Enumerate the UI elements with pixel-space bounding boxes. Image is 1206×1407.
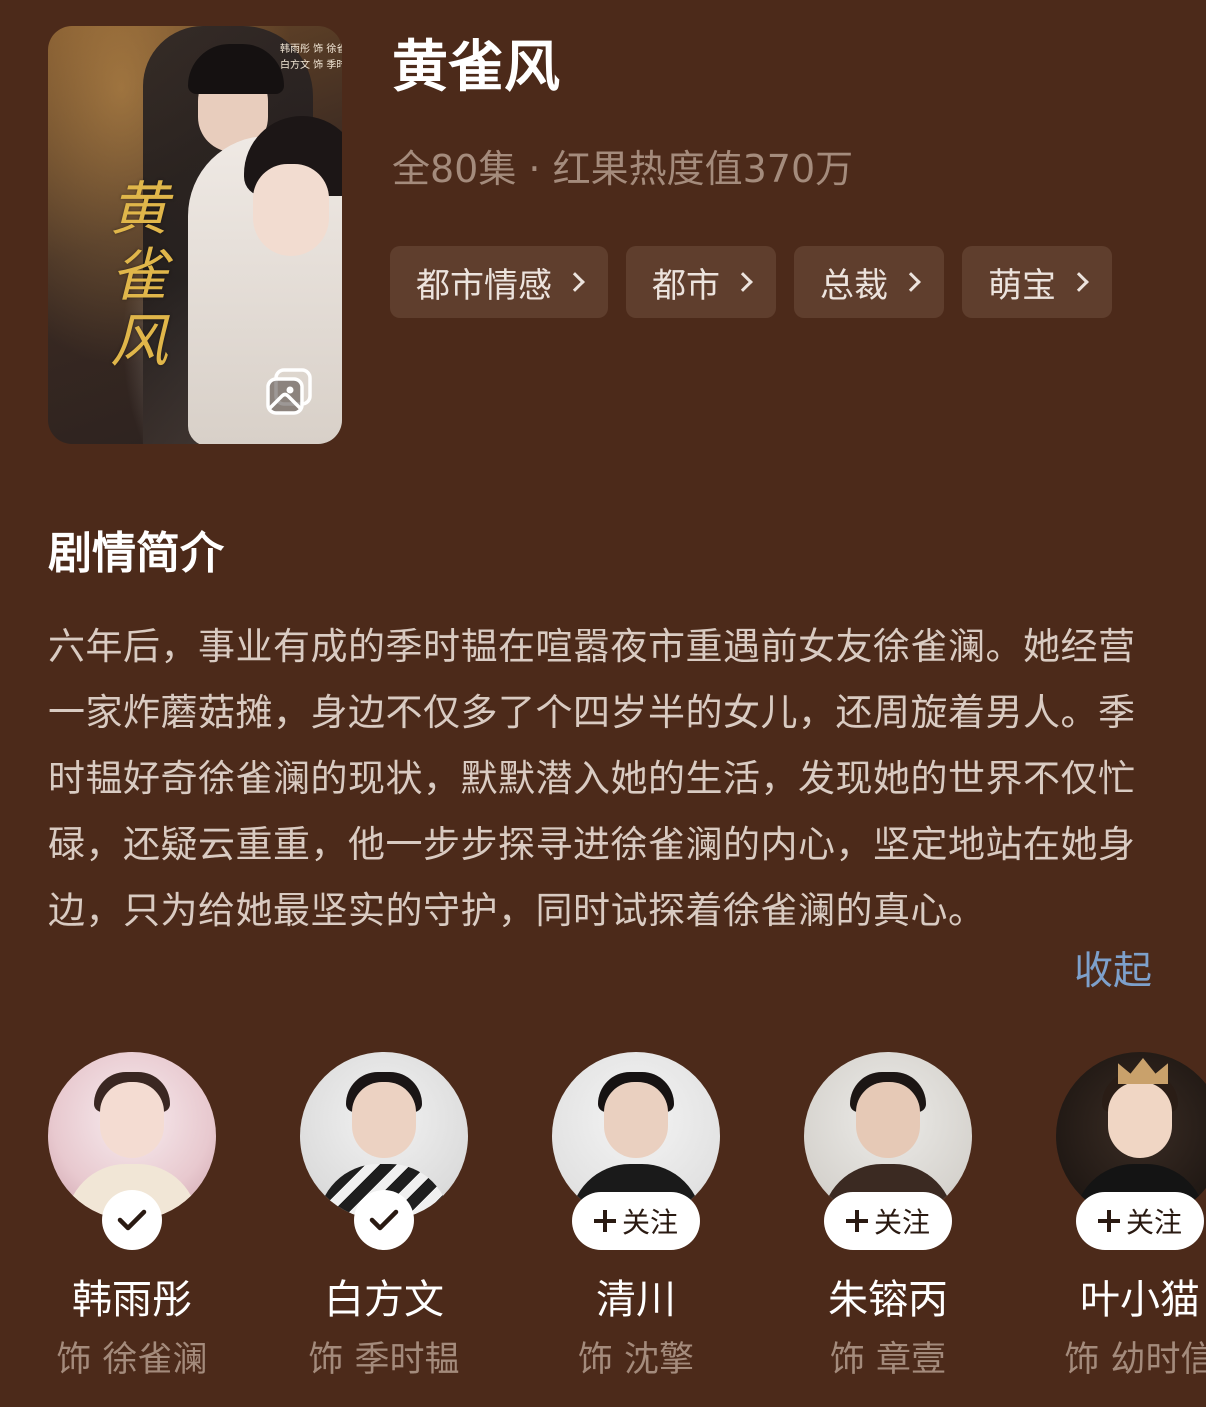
follow-label: 关注 [621,1206,678,1239]
followed-check-button[interactable] [354,1190,414,1250]
tag-label: 都市情感 [416,265,552,306]
plus-icon [1097,1210,1120,1232]
cast-role: 饰 章壹 [829,1340,947,1380]
cast-name: 朱镕丙 [828,1277,948,1323]
cast-member[interactable]: 关注 朱镕丙 饰 章壹 [756,1052,1008,1392]
cast-member[interactable]: 关注 叶小猫 饰 幼时信 [1008,1052,1206,1392]
cast-member[interactable]: 韩雨彤 饰 徐雀澜 [0,1052,252,1392]
poster-credit-line: 韩雨彤 饰 徐雀澜 [280,44,342,55]
cast-role: 饰 徐雀澜 [56,1340,208,1380]
followed-check-button[interactable] [102,1190,162,1250]
check-icon [369,1209,399,1231]
cast-member[interactable]: 关注 清川 饰 沈擎 [504,1052,756,1392]
chevron-right-icon [1069,272,1089,292]
plus-icon [593,1210,616,1232]
follow-button[interactable]: 关注 [1076,1192,1204,1250]
synopsis-heading: 剧情简介 [48,528,224,579]
chevron-right-icon [733,272,753,292]
cast-role: 饰 季时韫 [308,1340,460,1380]
tag-list: 都市情感 都市 总裁 萌宝 [390,246,1112,318]
cast-role: 饰 幼时信 [1064,1340,1206,1380]
cast-name: 白方文 [324,1277,444,1323]
follow-label: 关注 [873,1206,930,1239]
cast-list: 韩雨彤 饰 徐雀澜 白方文 饰 季时韫 关注 清川 饰 沈擎 关注 朱镕丙 饰 … [0,1052,1206,1407]
drama-meta: 全80集 · 红果热度值370万 [392,147,854,191]
cast-name: 清川 [596,1277,676,1323]
drama-poster[interactable]: 黄雀风 韩雨彤 饰 徐雀澜 白方文 饰 季时韫 [48,26,342,444]
follow-button[interactable]: 关注 [824,1192,952,1250]
chevron-right-icon [565,272,585,292]
cast-role: 饰 沈擎 [577,1340,695,1380]
tag-label: 都市 [652,265,720,306]
drama-title: 黄雀风 [392,35,560,100]
check-icon [117,1209,147,1231]
tag-chip[interactable]: 萌宝 [962,246,1112,318]
poster-credits: 韩雨彤 饰 徐雀澜 白方文 饰 季时韫 [280,42,342,74]
gallery-icon[interactable] [262,364,318,420]
cast-name: 韩雨彤 [72,1277,192,1323]
paper-crown [1118,1058,1168,1084]
tag-label: 萌宝 [988,265,1056,306]
tag-label: 总裁 [820,265,888,306]
cast-name: 叶小猫 [1080,1277,1200,1323]
synopsis-text: 六年后，事业有成的季时韫在喧嚣夜市重遇前女友徐雀澜。她经营一家炸蘑菇摊，身边不仅… [48,625,1136,932]
cast-member[interactable]: 白方文 饰 季时韫 [252,1052,504,1392]
poster-credit-line: 白方文 饰 季时韫 [280,60,342,71]
collapse-button[interactable]: 收起 [1074,944,1152,1000]
poster-woman-face [253,164,329,256]
tag-chip[interactable]: 都市 [626,246,776,318]
plus-icon [845,1210,868,1232]
tag-chip[interactable]: 总裁 [794,246,944,318]
chevron-right-icon [901,272,921,292]
follow-button[interactable]: 关注 [572,1192,700,1250]
tag-chip[interactable]: 都市情感 [390,246,608,318]
follow-label: 关注 [1125,1206,1182,1239]
poster-title-art: 黄雀风 [110,175,169,375]
